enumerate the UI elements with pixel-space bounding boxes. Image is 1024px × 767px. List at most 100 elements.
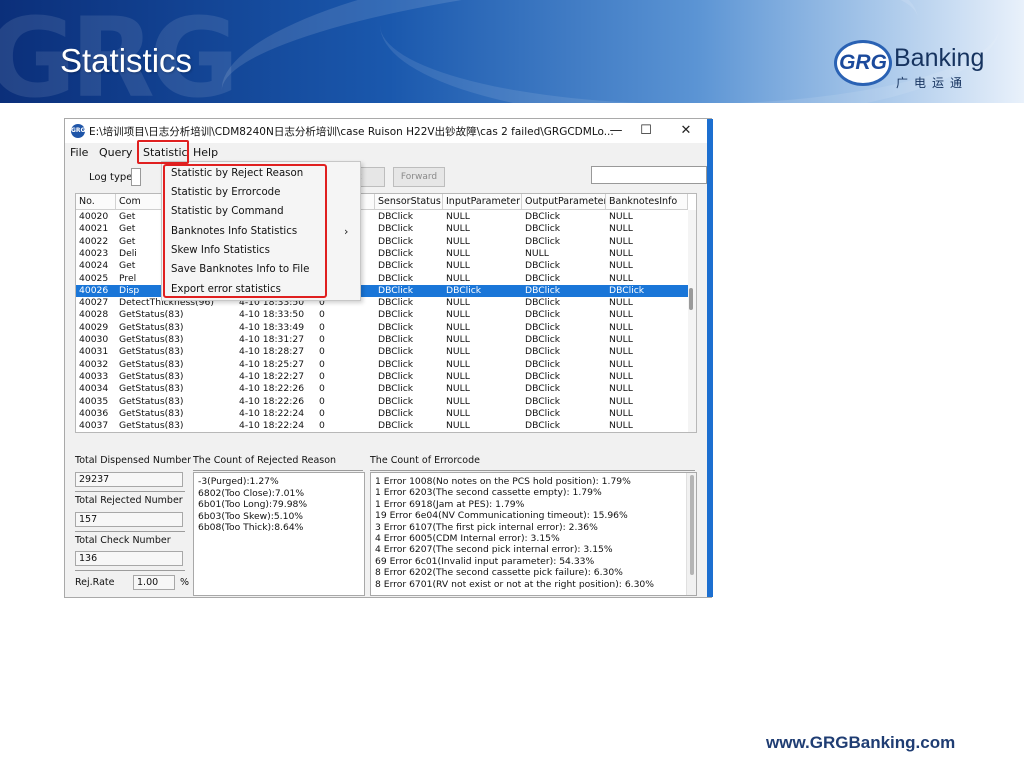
col-header-sensor[interactable]: SensorStatus [375, 194, 443, 210]
window-edge-scrollbar[interactable] [707, 119, 713, 597]
total-dispensed-field[interactable]: 29237 [75, 472, 183, 487]
cell-banknotes: DBClick [609, 284, 645, 296]
cell-no: 40031 [79, 346, 109, 358]
menu-file[interactable]: File [70, 146, 88, 159]
cell-command: GetStatus(83) [119, 370, 184, 382]
cell-sensor: DBClick [378, 272, 414, 284]
minimize-button[interactable]: — [601, 121, 631, 141]
errorcode-panel[interactable]: 1 Error 1008(No notes on the PCS hold po… [370, 472, 697, 596]
cell-banknotes: NULL [609, 260, 633, 272]
maximize-button[interactable]: ☐ [631, 121, 661, 141]
col-header-input[interactable]: InputParameter [443, 194, 522, 210]
list-item: 1 Error 6203(The second cassette empty):… [375, 487, 602, 499]
table-row[interactable]: 40028 GetStatus(83) 4-10 18:33:50 0 DBClick N… [76, 309, 688, 321]
cell-banknotes: NULL [609, 272, 633, 284]
cell-no: 40035 [79, 395, 109, 407]
cell-sensor: DBClick [378, 370, 414, 382]
table-row[interactable]: 40034 GetStatus(83) 4-10 18:22:26 0 DBClick N… [76, 383, 688, 395]
log-type-select[interactable] [131, 168, 141, 186]
cell-sensor: DBClick [378, 211, 414, 222]
cell-banknotes: NULL [609, 420, 633, 432]
list-item: 8 Error 6202(The second cassette pick fa… [375, 567, 623, 579]
list-item: 19 Error 6e04(NV Communicationing timeou… [375, 510, 628, 522]
separator [370, 470, 695, 471]
cell-no: 40020 [79, 211, 109, 222]
cell-time: 4-10 18:25:27 [239, 358, 305, 370]
table-row[interactable]: 40033 GetStatus(83) 4-10 18:22:27 0 DBClick N… [76, 371, 688, 383]
menu-help[interactable]: Help [193, 146, 218, 159]
list-item: 1 Error 1008(No notes on the PCS hold po… [375, 476, 631, 487]
cell-command: Get [119, 235, 136, 247]
cell-output: DBClick [525, 284, 561, 296]
cell-time: 4-10 18:22:24 [239, 407, 305, 419]
grid-scrollbar[interactable] [688, 210, 696, 432]
cell-input: DBClick [446, 284, 482, 296]
cell-sensor: DBClick [378, 383, 414, 395]
table-row[interactable]: 40029 GetStatus(83) 4-10 18:33:49 0 DBClick N… [76, 322, 688, 334]
cell-sensor: DBClick [378, 346, 414, 358]
list-item: 4 Error 6207(The second pick internal er… [375, 544, 613, 556]
cell-no: 40026 [79, 284, 109, 296]
list-item: 6b08(Too Thick):8.64% [198, 522, 304, 534]
table-row[interactable]: 40036 GetStatus(83) 4-10 18:22:24 0 DBClick N… [76, 408, 688, 420]
col-header-banknotes[interactable]: BanknotesInfo [606, 194, 688, 210]
list-item: 6b01(Too Long):79.98% [198, 499, 308, 511]
rej-rate-unit: % [180, 577, 190, 588]
close-button[interactable]: ✕ [671, 121, 701, 141]
cell-no: 40022 [79, 235, 109, 247]
cell-code: 0 [319, 346, 325, 358]
cell-sensor: DBClick [378, 334, 414, 345]
cell-sensor: DBClick [378, 235, 414, 247]
total-check-field[interactable]: 136 [75, 551, 183, 566]
cell-input: NULL [446, 247, 470, 259]
total-dispensed-label: Total Dispensed Number [75, 455, 192, 466]
errorcode-scroll-thumb[interactable] [690, 475, 694, 575]
cell-no: 40034 [79, 383, 109, 395]
cell-sensor: DBClick [378, 260, 414, 272]
cell-output: DBClick [525, 334, 561, 345]
cell-command: GetStatus(83) [119, 407, 184, 419]
table-row[interactable]: 40032 GetStatus(83) 4-10 18:25:27 0 DBClick N… [76, 359, 688, 371]
cell-command: Get [119, 223, 136, 235]
cell-no: 40033 [79, 370, 109, 382]
list-item: 6802(Too Close):7.01% [198, 487, 305, 499]
cell-code: 0 [319, 321, 325, 333]
cell-command: GetStatus(83) [119, 395, 184, 407]
cell-input: NULL [446, 395, 470, 407]
cell-time: 4-10 18:22:26 [239, 395, 305, 407]
table-row[interactable]: 40031 GetStatus(83) 4-10 18:28:27 0 DBClick N… [76, 346, 688, 358]
list-item: 1 Error 6918(Jam at PES): 1.79% [375, 498, 525, 510]
cell-input: NULL [446, 309, 470, 321]
cell-output: DBClick [525, 235, 561, 247]
list-item: -3(Purged):1.27% [198, 476, 279, 487]
col-header-no[interactable]: No. [76, 194, 116, 210]
cell-time: 4-10 18:22:26 [239, 383, 305, 395]
list-item: 8 Error 6701(RV not exist or not at the … [375, 578, 655, 590]
cell-command: Get [119, 260, 136, 272]
cell-banknotes: NULL [609, 395, 633, 407]
rejected-reason-label: The Count of Rejected Reason [193, 455, 337, 466]
menu-query[interactable]: Query [99, 146, 132, 159]
total-check-label: Total Check Number [75, 535, 171, 546]
search-input[interactable] [591, 166, 707, 184]
cell-input: NULL [446, 321, 470, 333]
total-rejected-field[interactable]: 157 [75, 512, 183, 527]
cell-banknotes: NULL [609, 334, 633, 345]
rej-rate-field[interactable]: 1.00 [133, 575, 175, 590]
table-row[interactable]: 40037 GetStatus(83) 4-10 18:22:24 0 DBClick N… [76, 420, 688, 432]
cell-sensor: DBClick [378, 223, 414, 235]
table-row[interactable]: 40030 GetStatus(83) 4-10 18:31:27 0 DBClick N… [76, 334, 688, 346]
cell-time: 4-10 18:28:27 [239, 346, 305, 358]
cell-banknotes: NULL [609, 370, 633, 382]
cell-banknotes: NULL [609, 247, 633, 259]
cell-code: 0 [319, 370, 325, 382]
cell-banknotes: NULL [609, 346, 633, 358]
cell-input: NULL [446, 272, 470, 284]
table-row[interactable]: 40035 GetStatus(83) 4-10 18:22:26 0 DBClick N… [76, 396, 688, 408]
col-header-output[interactable]: OutputParameter [522, 194, 606, 210]
forward-button[interactable]: Forward [393, 167, 445, 187]
grid-scroll-thumb[interactable] [689, 288, 693, 310]
cell-time: 4-10 18:22:27 [239, 370, 305, 382]
cell-time: 4-10 18:33:49 [239, 321, 305, 333]
rejected-reason-panel[interactable]: -3(Purged):1.27% 6802(Too Close):7.01% 6b0… [193, 472, 365, 596]
